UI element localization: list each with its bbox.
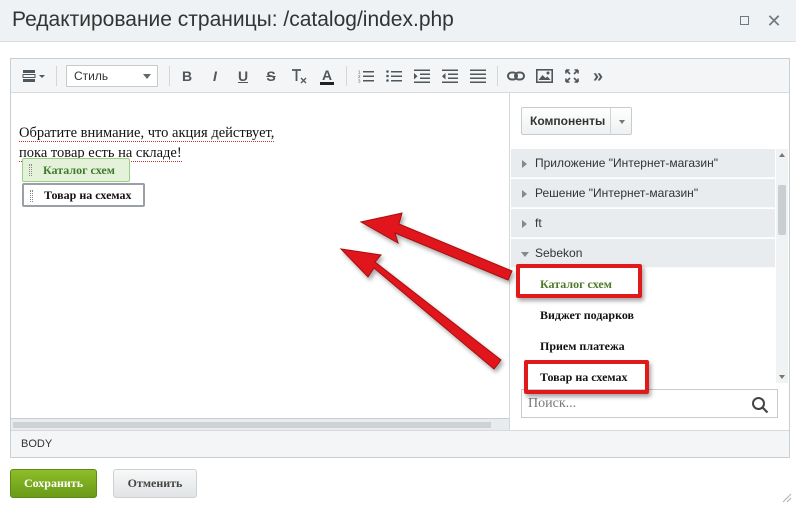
component-chip-label: Товар на схемах xyxy=(44,188,132,202)
justify-icon xyxy=(470,69,486,83)
caret-right-icon xyxy=(522,160,527,168)
tree-group-shop-app[interactable]: Приложение "Интернет-магазин" xyxy=(511,149,775,178)
view-mode-button[interactable] xyxy=(19,65,51,87)
element-path[interactable]: BODY xyxy=(21,438,52,450)
resize-grip-icon[interactable] xyxy=(780,490,792,503)
vertical-scrollbar[interactable] xyxy=(776,149,788,383)
tree-group-ft[interactable]: ft xyxy=(511,209,775,238)
more-tools-button[interactable]: » xyxy=(589,65,607,87)
font-color-swatch xyxy=(320,81,334,85)
close-button[interactable]: ✕ xyxy=(764,11,784,31)
maximize-button[interactable] xyxy=(734,11,754,31)
style-select[interactable]: Стиль xyxy=(66,65,158,87)
save-button[interactable]: Сохранить xyxy=(10,469,97,498)
indent-button[interactable] xyxy=(411,65,433,87)
insert-link-button[interactable] xyxy=(505,65,527,87)
cancel-button[interactable]: Отменить xyxy=(113,469,197,498)
indent-icon xyxy=(414,69,430,83)
drag-handle-icon[interactable] xyxy=(29,164,32,176)
font-color-label: A xyxy=(321,66,333,83)
caret-right-icon xyxy=(522,190,527,198)
style-select-value: Стиль xyxy=(74,69,109,83)
chevron-down-icon xyxy=(143,74,151,79)
content-line-1: Обратите внимание, что акция действует, xyxy=(19,125,275,142)
caret-down-icon xyxy=(521,252,529,257)
components-dropdown-toggle[interactable] xyxy=(610,108,632,134)
tree-item-gift-widget[interactable]: Виджет подарков xyxy=(511,300,775,331)
outdent-icon xyxy=(442,69,458,83)
content-area[interactable]: Обратите внимание, что акция действует, … xyxy=(11,93,509,418)
horizontal-scrollbar[interactable] xyxy=(11,418,509,430)
caret-right-icon xyxy=(522,220,527,228)
dialog-title: Редактирование страницы: /catalog/index.… xyxy=(12,8,454,31)
search-placeholder: Поиск... xyxy=(528,396,577,411)
tree-group-label: Решение "Интернет-магазин" xyxy=(535,186,699,200)
outdent-button[interactable] xyxy=(439,65,461,87)
element-path-bar: BODY xyxy=(11,430,789,457)
component-chip-product[interactable]: Товар на схемах xyxy=(22,183,145,207)
components-button-label: Компоненты xyxy=(530,114,606,128)
fullscreen-button[interactable] xyxy=(561,65,583,87)
content-text[interactable]: Обратите внимание, что акция действует, … xyxy=(19,123,275,163)
strikethrough-button[interactable]: S xyxy=(261,65,281,87)
tree-group-label: ft xyxy=(535,216,542,230)
font-color-button[interactable]: A xyxy=(317,65,337,87)
tree-group-shop-solution[interactable]: Решение "Интернет-магазин" xyxy=(511,179,775,208)
bulleted-list-button[interactable] xyxy=(383,65,405,87)
html-editor: Стиль B I U S A 1 2 3 » Обратите внимани… xyxy=(10,58,790,458)
tree-group-label: Sebekon xyxy=(535,246,583,260)
bold-button[interactable]: B xyxy=(177,65,197,87)
italic-button[interactable]: I xyxy=(205,65,225,87)
insert-image-button[interactable] xyxy=(533,65,555,87)
scroll-down-icon[interactable] xyxy=(779,375,785,379)
image-icon xyxy=(535,69,553,83)
fullscreen-icon xyxy=(565,69,579,83)
view-mode-icon xyxy=(22,70,45,82)
close-icon: ✕ xyxy=(766,11,782,31)
editor-toolbar: Стиль B I U S A 1 2 3 » xyxy=(11,59,789,93)
tree-group-label: Приложение "Интернет-магазин" xyxy=(535,156,718,170)
tree-item-payment[interactable]: Прием платежа xyxy=(511,331,775,362)
component-chip-label: Каталог схем xyxy=(43,163,115,177)
numbered-list-button[interactable]: 1 2 3 xyxy=(355,65,377,87)
component-chip-catalog[interactable]: Каталог схем xyxy=(22,158,130,182)
tree-item-catalog-schemes[interactable]: Каталог схем xyxy=(511,269,775,300)
svg-text:3: 3 xyxy=(358,79,361,84)
numbered-list-icon: 1 2 3 xyxy=(358,70,374,84)
clear-format-icon xyxy=(292,69,307,84)
bulleted-list-icon xyxy=(386,70,402,82)
components-button[interactable]: Компоненты xyxy=(521,107,632,135)
chevron-down-icon xyxy=(619,120,625,124)
link-icon xyxy=(507,71,525,81)
component-search-input[interactable]: Поиск... xyxy=(521,389,778,418)
dialog-titlebar: Редактирование страницы: /catalog/index.… xyxy=(0,0,796,42)
scroll-up-icon[interactable] xyxy=(779,153,785,157)
scrollbar-thumb[interactable] xyxy=(778,185,786,235)
tree-group-sebekon[interactable]: Sebekon xyxy=(511,239,775,268)
justify-button[interactable] xyxy=(467,65,489,87)
scrollbar-thumb[interactable] xyxy=(13,422,491,428)
search-icon[interactable] xyxy=(751,396,769,424)
clear-format-button[interactable] xyxy=(289,65,309,87)
underline-button[interactable]: U xyxy=(233,65,253,87)
maximize-icon xyxy=(739,16,749,25)
drag-handle-icon[interactable] xyxy=(30,190,33,202)
components-panel: Компоненты Приложение "Интернет-магазин"… xyxy=(509,93,789,430)
